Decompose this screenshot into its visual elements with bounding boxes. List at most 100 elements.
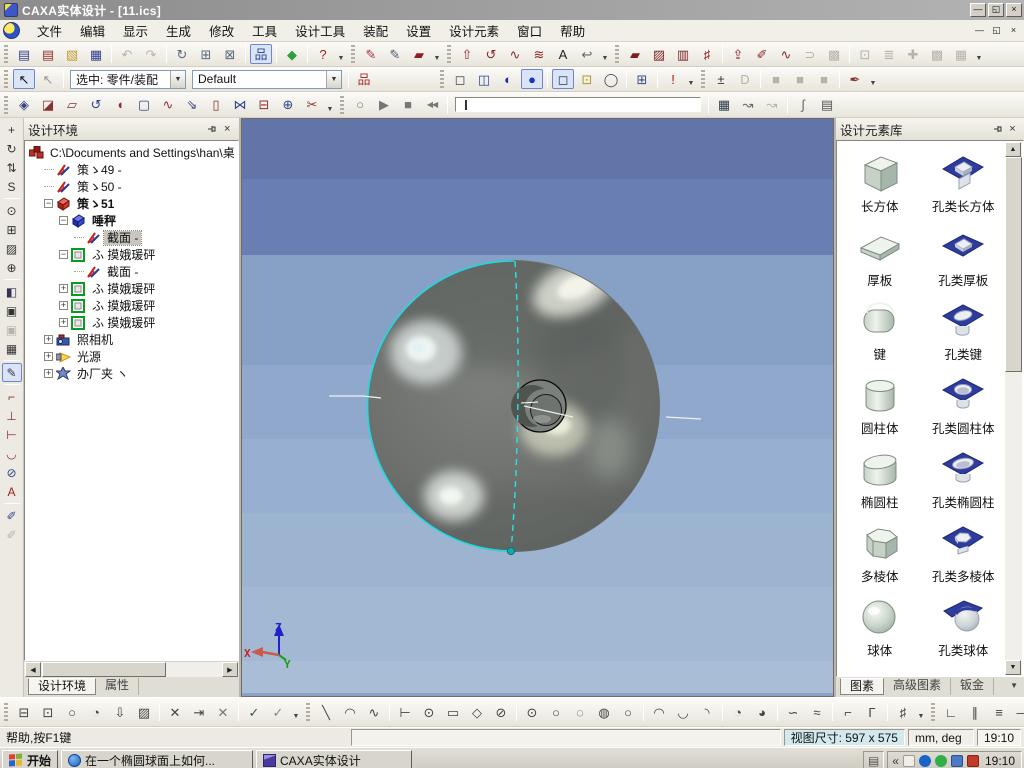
tree-item[interactable]: 策ゝ50 - — [27, 178, 238, 195]
tree-expand-icon[interactable]: + — [59, 301, 68, 310]
tree-expand-icon[interactable]: − — [59, 216, 68, 225]
keyframe-icon[interactable]: ▦ — [713, 95, 735, 115]
sketch-edit-icon[interactable]: ✐ — [751, 44, 773, 64]
library-item[interactable]: 孔类圆柱体 — [922, 366, 1006, 440]
design-tree-icon[interactable]: 品 — [250, 44, 272, 64]
menu-帮助[interactable]: 帮助 — [551, 19, 594, 42]
erase-face-icon[interactable]: ▨ — [648, 44, 670, 64]
solid-b-icon[interactable]: ■ — [789, 69, 811, 89]
tree-item[interactable]: + ふ 摸娥瑗砰 — [27, 280, 238, 297]
fly-view-icon[interactable]: S — [2, 177, 22, 196]
toolbar-overflow-icon[interactable]: ▼ — [867, 69, 879, 89]
green-app-tray-icon[interactable] — [934, 754, 947, 767]
library-item[interactable]: 椭圆柱 — [838, 440, 922, 514]
anim-curve-icon[interactable]: ↝ — [737, 95, 759, 115]
shaded-icon[interactable]: ● — [521, 69, 543, 89]
tree-item[interactable]: + 光源 — [27, 348, 238, 365]
angle-snap-icon[interactable]: ◔ — [85, 702, 107, 722]
ref-plane-icon[interactable]: ▯ — [205, 95, 227, 115]
toolbar-overflow-icon[interactable]: ▼ — [431, 44, 443, 64]
hidden-line-icon[interactable]: ◫ — [473, 69, 495, 89]
pin-icon[interactable] — [205, 122, 220, 136]
new-template-icon[interactable]: ▤ — [37, 44, 59, 64]
selection-filter-combo-arrow-icon[interactable]: ▼ — [170, 70, 185, 88]
erase-body-icon[interactable]: ▥ — [672, 44, 694, 64]
circle-tan-icon[interactable]: ◍ — [593, 702, 615, 722]
toolbar-grip[interactable] — [306, 703, 310, 721]
extrude-icon[interactable]: ⇧ — [456, 44, 478, 64]
toolbar-grip[interactable] — [4, 45, 8, 63]
camera-list-icon[interactable]: ▦ — [2, 339, 22, 358]
surface-revolve-icon[interactable]: ↺ — [85, 95, 107, 115]
dim-h-icon[interactable]: ⊥ — [2, 406, 22, 425]
menu-修改[interactable]: 修改 — [200, 19, 243, 42]
library-item[interactable]: 多棱体 — [838, 514, 922, 588]
fillet-icon[interactable]: Γ — [861, 702, 883, 722]
tree-item[interactable]: − ふ 摸娥瑗砰 — [27, 246, 238, 263]
rotate-sketch-icon[interactable]: ○ — [61, 702, 83, 722]
toolbar-grip[interactable] — [340, 95, 344, 114]
panel-close-icon[interactable]: × — [220, 122, 235, 136]
erase-icon[interactable]: ▰ — [624, 44, 646, 64]
regen-icon[interactable]: ↻ — [171, 44, 193, 64]
library-item[interactable]: 孔类键 — [922, 292, 1006, 366]
circle-edge-icon[interactable]: ○ — [545, 702, 567, 722]
camera-off-icon[interactable]: ▣ — [2, 320, 22, 339]
scroll-right-icon[interactable]: ▶ — [221, 662, 238, 677]
spline-icon[interactable]: ∿ — [363, 702, 385, 722]
cylinder-display-icon[interactable]: ◯ — [600, 69, 622, 89]
mirror-feature-icon[interactable]: ⋈ — [229, 95, 251, 115]
check-profile2-icon[interactable]: ✓ — [267, 702, 289, 722]
remove-face-icon[interactable]: ✂ — [301, 95, 323, 115]
smart-render-icon[interactable]: ◆ — [281, 44, 303, 64]
dim-v-icon[interactable]: ⊢ — [2, 425, 22, 444]
ellipse-arc-icon[interactable]: ◔ — [727, 702, 749, 722]
doc-minimize-button[interactable]: — — [972, 24, 987, 37]
detail-icon[interactable]: D — [734, 69, 756, 89]
circle-3pt-icon[interactable]: ◌ — [569, 702, 591, 722]
ellipse-tool-icon[interactable]: ○ — [617, 702, 639, 722]
tab-设计环境[interactable]: 设计环境 — [28, 678, 97, 695]
menu-编辑[interactable]: 编辑 — [71, 19, 114, 42]
scroll-left-icon[interactable]: ◀ — [25, 662, 41, 677]
toolbar-grip[interactable] — [615, 45, 619, 63]
tree-expand-icon[interactable]: − — [59, 250, 68, 259]
menu-窗口[interactable]: 窗口 — [508, 19, 551, 42]
horizontal-constraint-icon[interactable]: — — [1012, 702, 1024, 722]
delete-all-icon[interactable]: ✕ — [212, 702, 234, 722]
library-item[interactable]: 厚板 — [838, 218, 922, 292]
curve-3d-icon[interactable]: ∿ — [157, 95, 179, 115]
toolbar-overflow-icon[interactable]: ▼ — [685, 69, 697, 89]
fold-icon[interactable]: ↩ — [576, 44, 598, 64]
boolean-icon[interactable]: ⊕ — [277, 95, 299, 115]
lock-body-icon[interactable]: ⊠ — [219, 44, 241, 64]
minimize-button[interactable]: — — [970, 3, 986, 17]
open-icon[interactable]: ▧ — [61, 44, 83, 64]
feature-edit-icon[interactable]: ⇪ — [727, 44, 749, 64]
toolbar-overflow-icon[interactable]: ▼ — [290, 702, 302, 722]
menu-装配[interactable]: 装配 — [354, 19, 397, 42]
animation-slider-thumb[interactable] — [465, 100, 467, 110]
panel-close-icon[interactable]: × — [1005, 122, 1020, 136]
library-item[interactable]: 键 — [838, 292, 922, 366]
document-icon[interactable] — [3, 22, 20, 39]
scroll-thumb[interactable] — [42, 662, 166, 677]
target-icon[interactable]: ⊕ — [2, 258, 22, 277]
camera-icon[interactable]: ▣ — [2, 301, 22, 320]
scroll-up-icon[interactable]: ▲ — [1005, 142, 1021, 157]
undo-icon[interactable]: ↶ — [116, 44, 138, 64]
tree-expand-icon[interactable]: + — [44, 335, 53, 344]
line-icon[interactable]: ╲ — [315, 702, 337, 722]
toolbar-overflow-icon[interactable]: ▼ — [915, 702, 927, 722]
library-item[interactable]: 圆柱体 — [838, 366, 922, 440]
menu-显示[interactable]: 显示 — [114, 19, 157, 42]
viewport-3d[interactable]: Z X Y — [240, 118, 834, 697]
menu-设计工具[interactable]: 设计工具 — [286, 19, 354, 42]
menu-生成[interactable]: 生成 — [157, 19, 200, 42]
animation-slider[interactable] — [455, 97, 701, 112]
tree-item[interactable]: 策ゝ49 - — [27, 161, 238, 178]
hatch-tool-icon[interactable]: ≡ — [988, 702, 1010, 722]
menu-工具[interactable]: 工具 — [243, 19, 286, 42]
surface-offset-icon[interactable]: ▢ — [133, 95, 155, 115]
circle-arrow-icon[interactable]: ⊘ — [2, 463, 22, 482]
